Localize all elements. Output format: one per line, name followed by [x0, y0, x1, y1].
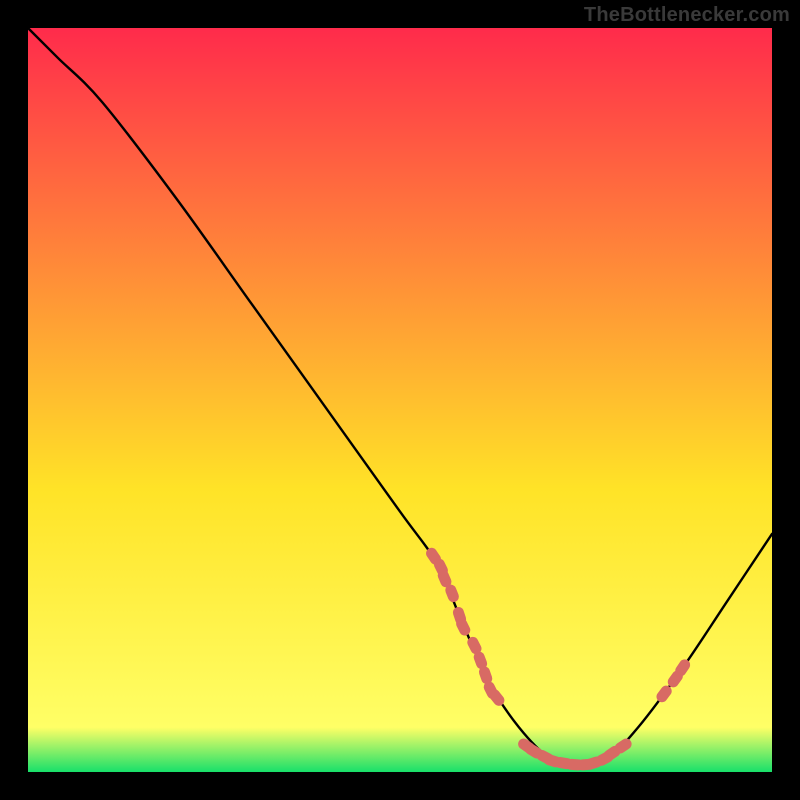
chart-frame: TheBottlenecker.com [0, 0, 800, 800]
chart-svg [28, 28, 772, 772]
gradient-background [28, 28, 772, 772]
plot-area [28, 28, 772, 772]
watermark-text: TheBottlenecker.com [584, 4, 790, 27]
